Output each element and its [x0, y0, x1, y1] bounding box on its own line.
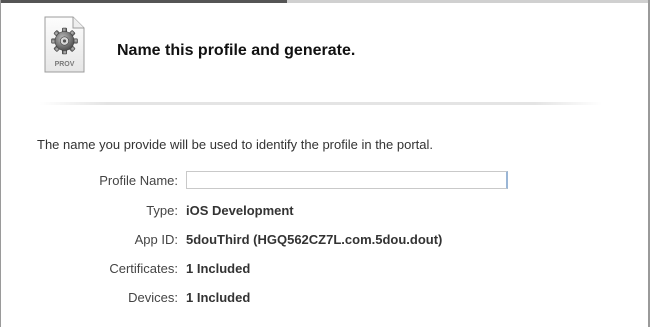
app-id-label: App ID:: [134, 232, 178, 247]
page-title: Name this profile and generate.: [117, 42, 356, 59]
type-row: Type: iOS Development: [0, 201, 650, 221]
profile-name-label: Profile Name:: [99, 173, 178, 188]
intro-text: The name you provide will be used to ide…: [37, 137, 434, 152]
provisioning-profile-icon: PROV: [44, 16, 85, 73]
devices-row: Devices: 1 Included: [0, 288, 650, 308]
section-divider: [40, 102, 602, 105]
certificates-label: Certificates:: [109, 261, 178, 276]
type-label: Type:: [146, 203, 178, 218]
gear-icon: [51, 27, 78, 55]
certificates-value: 1 Included: [186, 261, 251, 276]
window-top-strip-active: [0, 0, 287, 3]
prov-icon-label: PROV: [55, 61, 75, 68]
app-id-row: App ID: 5douThird (HGQ562CZ7L.com.5dou.d…: [0, 230, 650, 250]
devices-label: Devices:: [128, 290, 178, 305]
profile-name-row: Profile Name:: [0, 171, 650, 191]
devices-value: 1 Included: [186, 290, 251, 305]
app-id-value: 5douThird (HGQ562CZ7L.com.5dou.dout): [186, 232, 443, 247]
profile-name-input[interactable]: [186, 171, 508, 189]
type-value: iOS Development: [186, 203, 294, 218]
certificates-row: Certificates: 1 Included: [0, 259, 650, 279]
